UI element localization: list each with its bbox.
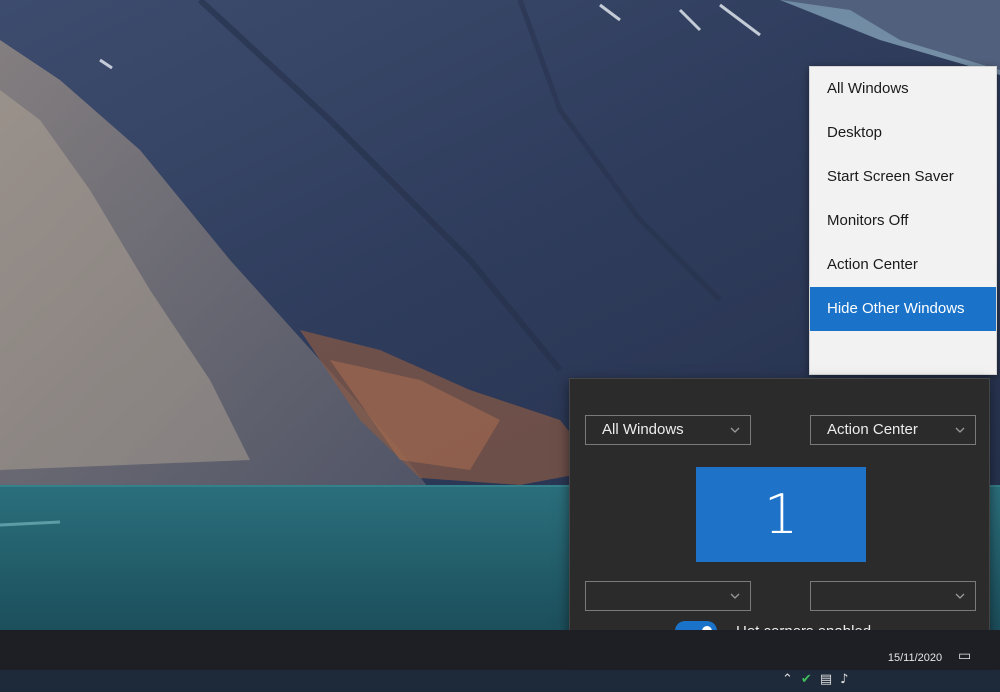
top-left-corner-dropdown[interactable]: All Windows <box>585 415 751 445</box>
menu-item-desktop[interactable]: Desktop <box>810 111 996 155</box>
chevron-down-icon <box>730 593 740 599</box>
bottom-right-corner-dropdown[interactable] <box>810 581 976 611</box>
chevron-up-icon[interactable]: ⌃ <box>782 672 793 688</box>
menu-item-start-screen-saver[interactable]: Start Screen Saver <box>810 155 996 199</box>
monitor-tile: 1 <box>696 467 866 562</box>
top-left-corner-value: All Windows <box>602 421 684 438</box>
bottom-left-corner-dropdown[interactable] <box>585 581 751 611</box>
menu-item-monitors-off[interactable]: Monitors Off <box>810 199 996 243</box>
menu-item-hide-other-windows[interactable]: Hide Other Windows <box>810 287 996 331</box>
action-center-icon[interactable]: ▭ <box>958 648 976 664</box>
shield-check-icon[interactable]: ✔ <box>801 672 812 688</box>
volume-icon[interactable]: ♪ <box>840 672 848 688</box>
chevron-down-icon <box>955 593 965 599</box>
taskbar-date[interactable]: 15/11/2020 <box>880 630 950 692</box>
menu-item-all-windows[interactable]: All Windows <box>810 67 996 111</box>
top-right-corner-dropdown[interactable]: Action Center <box>810 415 976 445</box>
menu-item-action-center[interactable]: Action Center <box>810 243 996 287</box>
corner-action-menu: All Windows Desktop Start Screen Saver M… <box>809 66 997 375</box>
network-icon[interactable]: ▤ <box>820 672 832 688</box>
taskbar: ⌃ ✔ ▤ ♪ 15/11/2020 ▭ <box>0 630 1000 687</box>
system-tray: ⌃ ✔ ▤ ♪ <box>782 630 878 688</box>
hot-corners-panel: All Windows Action Center 1 Hot corners … <box>569 378 990 651</box>
chevron-down-icon <box>955 427 965 433</box>
chevron-down-icon <box>730 427 740 433</box>
top-right-corner-value: Action Center <box>827 421 918 438</box>
